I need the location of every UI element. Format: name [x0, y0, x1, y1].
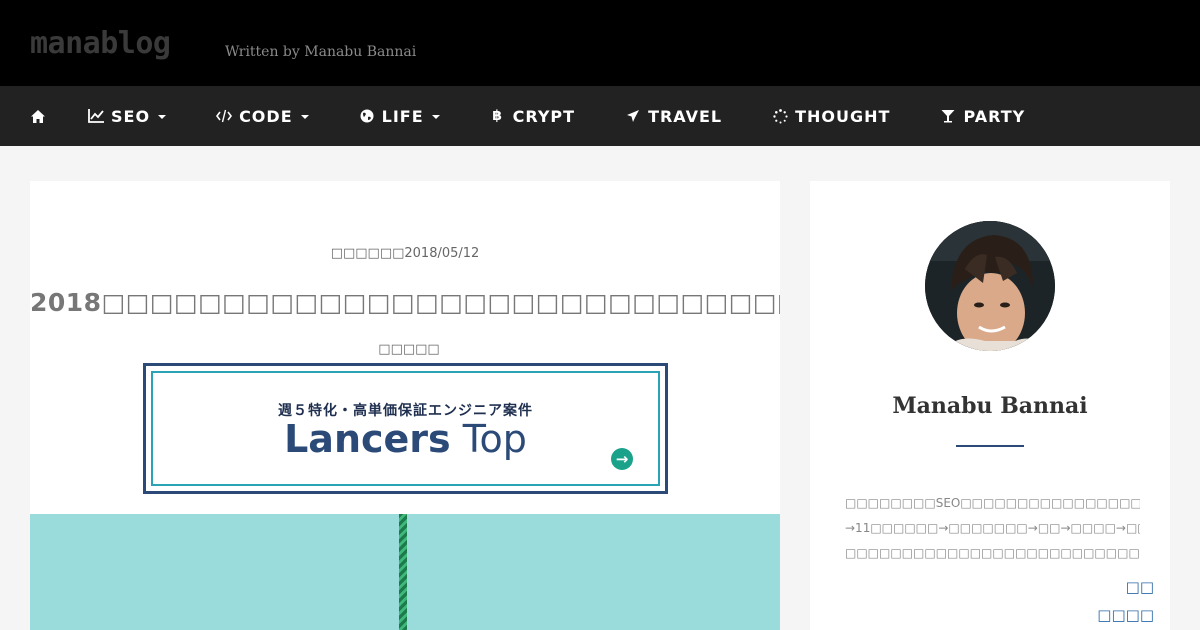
author-bio: □□□□□□□□SEO□□□□□□□□□□□□□□□□□□ □□□□□□□□□□… [845, 491, 1140, 566]
chevron-down-icon [158, 115, 167, 119]
site-header: manablog Written by Manabu Bannai [0, 0, 1200, 86]
cocktail-icon [940, 108, 956, 124]
nav-label-seo: SEO [111, 106, 151, 126]
author-name[interactable]: Manabu Bannai [810, 393, 1170, 419]
divider [956, 445, 1024, 447]
lancers-top-banner[interactable]: 週５特化・高単価保証エンジニア案件 Lancers Top → [143, 363, 668, 494]
bio-line: □□□□□□□□SEO□□□□□□□□□□□□□□□□□□ □□□□□□□□□□ [845, 496, 1140, 510]
rope-graphic [399, 514, 407, 630]
nav-item-life[interactable]: LIFE [359, 107, 440, 126]
nav-item-home[interactable] [30, 108, 46, 124]
code-icon [216, 108, 233, 124]
site-tagline: Written by Manabu Bannai [225, 44, 417, 60]
sidebar-link[interactable]: □□ [1126, 578, 1154, 596]
nav-item-crypt[interactable]: ฿ CRYPT [490, 107, 575, 126]
banner-brand-light: Top [462, 417, 527, 461]
bitcoin-icon: ฿ [492, 108, 504, 124]
banner-frame: 週５特化・高単価保証エンジニア案件 Lancers Top → [151, 371, 660, 486]
nav-label-crypt: CRYPT [512, 106, 576, 126]
spinner-icon [772, 108, 788, 124]
post-title[interactable]: 2018□□□□□□□□□□□□□□□□□□□□□□□□□□□□□□□□□□□□ [30, 288, 780, 317]
home-icon [30, 108, 46, 124]
nav-label-code: CODE [239, 106, 293, 126]
banner-brand-bold: Lancers [284, 417, 451, 461]
nav-label-travel: TRAVEL [648, 106, 723, 126]
sidebar-link[interactable]: □□□□ [1097, 606, 1154, 624]
site-logo[interactable]: manablog [30, 26, 171, 61]
chevron-down-icon [431, 115, 440, 119]
author-avatar [925, 221, 1055, 351]
nav-item-travel[interactable]: TRAVEL [625, 107, 722, 126]
main-nav: SEO CODE LIFE ฿ CRYPT TRAVEL THOUGHT PAR… [0, 86, 1200, 146]
banner-brand: Lancers Top [153, 417, 658, 461]
author-sidebar: Manabu Bannai □□□□□□□□SEO□□□□□□□□□□□□□□□… [810, 181, 1170, 630]
plane-icon [625, 108, 641, 124]
featured-image [30, 514, 780, 630]
globe-icon [359, 108, 375, 124]
line-chart-icon [88, 108, 104, 124]
chevron-down-icon [300, 115, 309, 119]
nav-item-code[interactable]: CODE [216, 107, 309, 126]
bio-line: →11□□□□□□→□□□□□□□→□□→□□□□→□□□□□□□□□□□□□□… [845, 521, 1140, 535]
ad-label: □□□□□ [378, 342, 440, 357]
arrow-right-icon: → [611, 448, 633, 470]
nav-label-life: LIFE [381, 106, 424, 126]
nav-item-party[interactable]: PARTY [940, 107, 1025, 126]
nav-label-thought: THOUGHT [795, 106, 891, 126]
nav-item-seo[interactable]: SEO [88, 106, 167, 126]
bio-line: □□□□□□□□□□□□□□□□□□□□□□□□□□□SEO□□□□□□□□□□… [845, 546, 1140, 560]
nav-item-thought[interactable]: THOUGHT [772, 107, 890, 126]
post-date: □□□□□□2018/05/12 [330, 246, 480, 261]
nav-label-party: PARTY [963, 106, 1026, 126]
article-card: □□□□□□2018/05/12 2018□□□□□□□□□□□□□□□□□□□… [30, 181, 780, 630]
